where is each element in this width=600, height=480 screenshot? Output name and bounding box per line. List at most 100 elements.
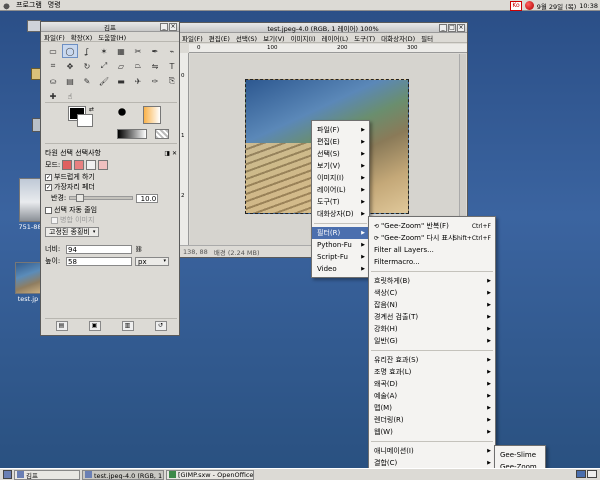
image-window-titlebar[interactable]: test.jpeg-4.0 (RGB, 1 레이어) 100% _ □ ×	[179, 23, 467, 33]
filter-category-item[interactable]: 경계선 검출(T) ▶	[369, 311, 495, 323]
tool-rotate-button[interactable]: ↻	[79, 59, 95, 73]
filter-repeat-last[interactable]: ⟲ "Gee-Zoom" 반복(F) Ctrl+F	[369, 220, 495, 232]
filter-category-item[interactable]: 일반(G) ▶	[369, 335, 495, 347]
date-label[interactable]: 9월 29일 (목)	[537, 1, 577, 11]
feather-checkbox[interactable]: ✓	[45, 183, 52, 191]
ruler-left[interactable]: 0 1 2	[179, 53, 189, 245]
antialias-checkbox[interactable]: ✓	[45, 173, 52, 181]
tool-perspective-button[interactable]: ⏢	[130, 59, 146, 73]
tool-fuzzy-select-button[interactable]: ✶	[96, 44, 112, 58]
tool-clone-button[interactable]: ⎘	[164, 74, 180, 88]
filter-all-layers[interactable]: Filter all Layers...	[369, 244, 495, 256]
mode-intersect-button[interactable]	[98, 160, 109, 170]
tool-path-button[interactable]: ✒	[147, 44, 163, 58]
taskbar-item-image[interactable]: test.jpeg-4.0 (RGB, 1 레이	[82, 469, 164, 480]
background-color[interactable]	[77, 114, 93, 127]
swap-colors-icon[interactable]: ⇄	[89, 106, 94, 113]
gradient-preview[interactable]	[143, 106, 161, 124]
tool-scale-button[interactable]: ⤢	[96, 59, 112, 73]
filter-category-item[interactable]: 애니메이션(I) ▶	[369, 445, 495, 457]
minimize-button[interactable]: _	[160, 23, 168, 31]
workspace-2[interactable]	[587, 470, 597, 478]
tool-pencil-button[interactable]: ✎	[79, 74, 95, 88]
maximize-button[interactable]: □	[448, 24, 456, 32]
tool-lasso-button[interactable]: ʆ	[79, 44, 95, 58]
clock[interactable]: 10:38	[579, 2, 598, 10]
context-item-filters[interactable]: 필터(R) ▶	[312, 227, 369, 239]
context-item-file[interactable]: 파일(F) ▶	[312, 124, 369, 136]
brush-preview[interactable]	[117, 107, 127, 117]
menu-tools[interactable]: 도구(T)	[351, 33, 378, 43]
tool-paintbrush-button[interactable]: 🖌	[96, 74, 112, 88]
tool-ink-button[interactable]: ✑	[147, 74, 163, 88]
tool-shear-button[interactable]: ▱	[113, 59, 129, 73]
radius-slider[interactable]	[69, 194, 134, 202]
mode-replace-button[interactable]	[62, 160, 73, 170]
context-item-tools[interactable]: 도구(T) ▶	[312, 196, 369, 208]
unit-dropdown[interactable]: px ▾	[135, 256, 169, 266]
restore-options-button[interactable]: ▣	[88, 321, 101, 331]
context-item-edit[interactable]: 편집(E) ▶	[312, 136, 369, 148]
filter-category-item[interactable]: 잡음(N) ▶	[369, 299, 495, 311]
filter-category-item[interactable]: 유리잔 효과(S) ▶	[369, 354, 495, 366]
tool-ellipse-select-button[interactable]: ◯	[62, 44, 78, 58]
context-item-select[interactable]: 선택(S) ▶	[312, 148, 369, 160]
context-item-image[interactable]: 이미지(I) ▶	[312, 172, 369, 184]
tool-flip-button[interactable]: ⇋	[147, 59, 163, 73]
menu-view[interactable]: 보기(V)	[260, 33, 287, 43]
menu-filters[interactable]: 필터	[418, 33, 436, 43]
menu-file[interactable]: 파일(F)	[41, 32, 68, 42]
filter-category-item[interactable]: 강화(H) ▶	[369, 323, 495, 335]
context-item-script-fu[interactable]: Script-Fu ▶	[312, 251, 369, 263]
minimize-button[interactable]: _	[439, 24, 447, 32]
height-field[interactable]: 58	[66, 256, 132, 266]
menu-dialogs[interactable]: 대화상자(D)	[378, 33, 418, 43]
tool-paint-bucket-button[interactable]: ⛀	[45, 74, 61, 88]
ruler-top[interactable]: 0 100 200 300	[189, 44, 467, 53]
menu-applications[interactable]: 프로그램	[13, 0, 45, 10]
auto-shrink-checkbox[interactable]	[45, 206, 52, 214]
workspace-switcher[interactable]	[576, 470, 597, 478]
save-options-button[interactable]: ▤	[55, 321, 68, 331]
toolbox-titlebar[interactable]: 김프 _ ×	[41, 22, 179, 32]
tool-blend-button[interactable]: ▤	[62, 74, 78, 88]
tool-move-button[interactable]: ✥	[62, 59, 78, 73]
workspace-1[interactable]	[576, 470, 586, 478]
desktop-icon-photo-1[interactable]: 751-88	[18, 178, 42, 231]
filter-reshow-last[interactable]: ⟳ "Gee-Zoom" 다시 표시 Shift+Ctrl+F	[369, 232, 495, 244]
foot-icon[interactable]	[2, 0, 11, 10]
filter-category-item[interactable]: 예술(A) ▶	[369, 390, 495, 402]
width-field[interactable]: 94	[66, 244, 132, 254]
mode-add-button[interactable]	[74, 160, 85, 170]
filter-category-item[interactable]: 렌더링(R) ▶	[369, 414, 495, 426]
toy-item-gee-slime[interactable]: Gee-Slime	[495, 449, 545, 461]
pattern-preview[interactable]	[155, 129, 169, 139]
tool-text-button[interactable]: T	[164, 59, 180, 73]
filter-macro[interactable]: Filtermacro...	[369, 256, 495, 268]
close-button[interactable]: ×	[169, 23, 177, 31]
tool-color-select-button[interactable]: ▦	[113, 44, 129, 58]
tool-color-picker-button[interactable]: ⌁	[164, 44, 180, 58]
panel-menu-icon[interactable]: ◨ ✕	[164, 150, 177, 157]
filter-category-item[interactable]: 웹(W) ▶	[369, 426, 495, 438]
taskbar-item-toolbox[interactable]: 김프	[14, 469, 80, 480]
keyboard-indicator[interactable]: Ko	[510, 0, 522, 11]
menu-select[interactable]: 선택(S)	[233, 33, 260, 43]
delete-options-button[interactable]: ▥	[121, 321, 134, 331]
filter-category-item[interactable]: 색상(C) ▶	[369, 287, 495, 299]
menu-file[interactable]: 파일(F)	[179, 33, 206, 43]
filter-category-item[interactable]: 맵(M) ▶	[369, 402, 495, 414]
radius-spinbox[interactable]: 10.0	[136, 193, 159, 203]
context-item-video[interactable]: Video ▶	[312, 263, 369, 275]
tool-heal-button[interactable]: ✚	[45, 89, 61, 103]
tool-scissors-button[interactable]: ✂	[130, 44, 146, 58]
tool-crop-button[interactable]: ⌗	[45, 59, 61, 73]
context-item-python-fu[interactable]: Python-Fu ▶	[312, 239, 369, 251]
context-item-layer[interactable]: 레이어(L) ▶	[312, 184, 369, 196]
menu-extensions[interactable]: 확장(X)	[68, 32, 96, 42]
tool-airbrush-button[interactable]: ✈	[130, 74, 146, 88]
menu-help[interactable]: 도움말(H)	[95, 32, 129, 42]
context-item-dialogs[interactable]: 대화상자(D) ▶	[312, 208, 369, 220]
menu-image[interactable]: 이미지(I)	[288, 33, 319, 43]
tool-rect-select-button[interactable]: ▭	[45, 44, 61, 58]
